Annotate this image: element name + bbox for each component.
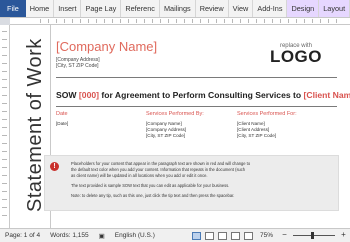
tab-insert[interactable]: Insert (54, 0, 82, 17)
tip-line: the default text color when you add your… (71, 167, 246, 172)
sow-title: for Agreement to Perform Consulting Serv… (101, 90, 302, 100)
outline-view-icon[interactable] (230, 231, 240, 240)
tab-file[interactable]: File (0, 0, 26, 17)
tab-layout[interactable]: Layout (319, 0, 350, 17)
logo-placeholder[interactable]: replace with LOGO (270, 43, 322, 65)
tip-line: Note: to delete any tip, such as this on… (71, 193, 235, 198)
tip-line: Placeholders for your content that appea… (71, 161, 251, 166)
performed-for-city[interactable]: [City, ST ZIP Code] (237, 133, 276, 139)
section-divider (56, 106, 337, 107)
sow-heading[interactable]: SOW [000] for Agreement to Perform Consu… (56, 90, 350, 100)
tab-page-layout[interactable]: Page Lay (81, 0, 122, 17)
date-value[interactable]: [Date] (56, 121, 68, 127)
performed-by-city[interactable]: [City, ST ZIP Code] (146, 133, 185, 139)
tab-add-ins[interactable]: Add-Ins (253, 0, 288, 17)
ribbon-tab-bar: File Home Insert Page Lay Referenc Maili… (0, 0, 350, 18)
vertical-ruler[interactable] (0, 25, 10, 228)
performed-by-label: Services Performed By: (146, 111, 204, 117)
tip-box[interactable]: ! Placeholders for your content that app… (44, 155, 339, 211)
performed-for-label: Services Performed For: (237, 111, 297, 117)
alert-icon: ! (50, 162, 59, 171)
sow-client-name[interactable]: [Client Name] (304, 90, 350, 100)
zoom-level[interactable]: 75% (255, 232, 278, 239)
logo-text: LOGO (269, 47, 322, 66)
web-layout-view-icon[interactable] (217, 231, 227, 240)
tip-line: as client name) will be updated in all l… (71, 173, 208, 178)
language[interactable]: English (U.S.) (110, 232, 160, 239)
tab-references[interactable]: Referenc (121, 0, 160, 17)
zoom-in-icon[interactable]: + (339, 231, 348, 240)
ruler-ticks (40, 19, 340, 23)
sow-number[interactable]: [000] (79, 90, 99, 100)
full-screen-view-icon[interactable] (204, 231, 214, 240)
word-count[interactable]: Words: 1,155 (45, 232, 94, 239)
header-divider (56, 77, 337, 78)
print-layout-view-icon[interactable] (191, 231, 201, 240)
tab-home[interactable]: Home (26, 0, 55, 17)
company-name[interactable]: [Company Name] (56, 39, 157, 54)
zoom-out-icon[interactable]: − (280, 231, 289, 240)
page-count[interactable]: Page: 1 of 4 (0, 232, 45, 239)
tip-line: The text provided is sample SOW text tha… (71, 183, 230, 188)
horizontal-ruler[interactable] (10, 18, 350, 25)
document-page[interactable]: Statement of Work [Company Name] [Compan… (10, 25, 350, 228)
draft-view-icon[interactable] (243, 231, 253, 240)
tab-view[interactable]: View (229, 0, 254, 17)
tab-design[interactable]: Design (287, 0, 320, 17)
tab-review[interactable]: Review (196, 0, 229, 17)
status-bar: Page: 1 of 4 Words: 1,155 ▣ English (U.S… (0, 228, 350, 242)
ruler-ticks (2, 31, 7, 221)
proofing-icon[interactable]: ▣ (94, 232, 110, 240)
zoom-slider[interactable] (293, 232, 335, 239)
zoom-slider-thumb[interactable] (311, 232, 314, 239)
sow-prefix: SOW (56, 90, 77, 100)
company-city[interactable]: [City, ST ZIP Code] (56, 63, 99, 69)
date-label: Date (56, 111, 68, 117)
tab-mailings[interactable]: Mailings (160, 0, 196, 17)
